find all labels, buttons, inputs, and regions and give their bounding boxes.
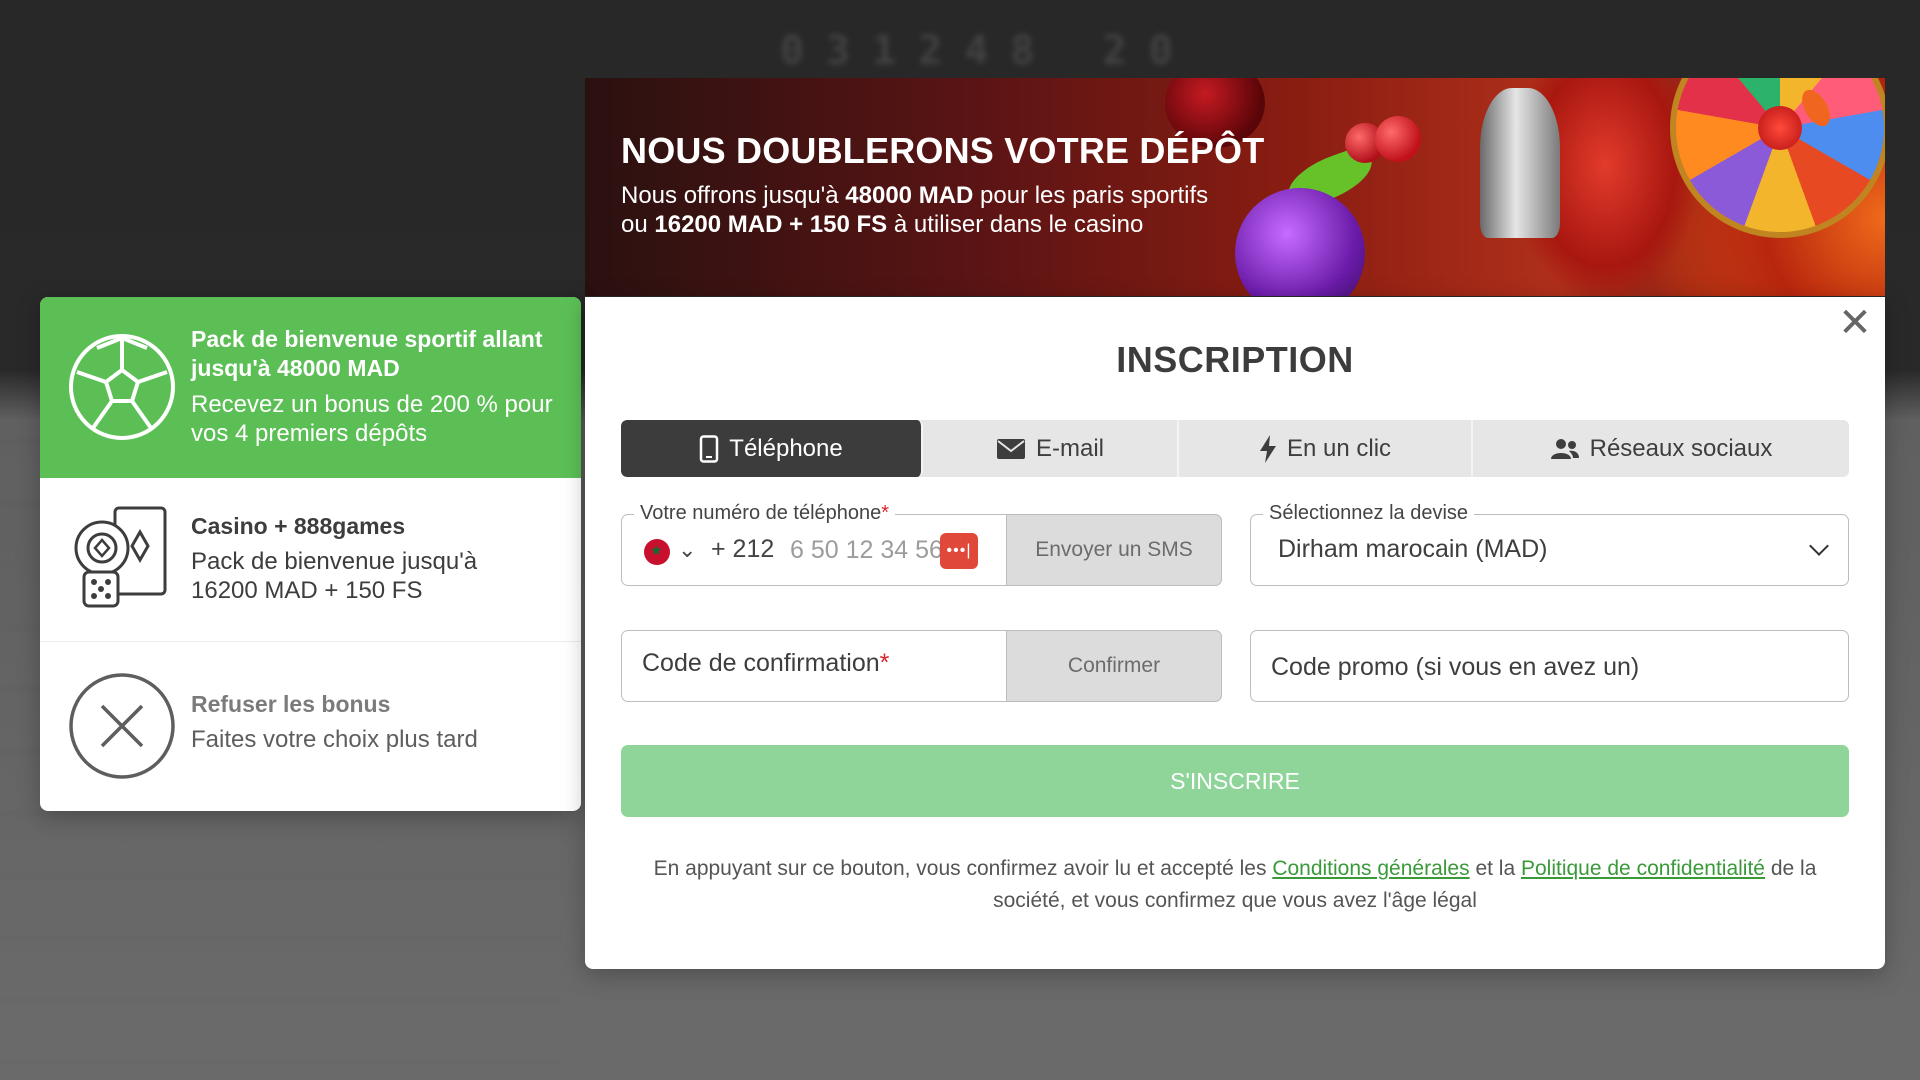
- jackpot-wheel-center: [1758, 106, 1802, 150]
- bonus-option-refuse[interactable]: Refuser les bonus Faites votre choix plu…: [40, 642, 581, 811]
- currency-select[interactable]: Sélectionnez la devise Dirham marocain (…: [1250, 502, 1849, 586]
- close-icon[interactable]: ✕: [1837, 303, 1873, 343]
- bonus-text: Refuser les bonus Faites votre choix plu…: [191, 690, 551, 754]
- modal-title: INSCRIPTION: [1116, 339, 1354, 380]
- tab-phone[interactable]: Téléphone: [621, 420, 923, 477]
- currency-select-label: Sélectionnez la devise: [1263, 502, 1475, 525]
- chevron-down-icon: [1809, 536, 1829, 556]
- jackpot-wheel-illustration: [1670, 78, 1885, 238]
- bonus-title: Pack de bienvenue sportif allant jusqu'à…: [191, 326, 543, 381]
- soccer-ball-icon: [69, 334, 175, 440]
- registration-tabs: Téléphone E-mail En un clic Réseaux soci…: [621, 420, 1849, 477]
- privacy-policy-link[interactable]: Politique de confidentialité: [1521, 857, 1765, 880]
- banner-subtitle: Nous offrons jusqu'à 48000 MAD pour les …: [621, 181, 1341, 239]
- required-mark: *: [881, 502, 890, 524]
- bonus-selection-panel: Pack de bienvenue sportif allant jusqu'à…: [40, 297, 581, 811]
- lightning-icon: [1259, 434, 1276, 463]
- bonus-description: Faites votre choix plus tard: [191, 726, 478, 753]
- legal-notice: En appuyant sur ce bouton, vous confirme…: [625, 853, 1845, 917]
- confirmation-code-input[interactable]: Code de confirmation*: [642, 649, 1002, 685]
- bonus-option-casino[interactable]: Casino + 888games Pack de bienvenue jusq…: [40, 478, 581, 642]
- autofill-icon[interactable]: •••|: [940, 533, 978, 569]
- tab-one-click[interactable]: En un clic: [1179, 420, 1473, 477]
- confirmation-code-placeholder: Code de confirmation: [642, 649, 880, 677]
- promo-banner: NOUS DOUBLERONS VOTRE DÉPÔT Nous offrons…: [585, 78, 1885, 296]
- confirm-button[interactable]: Confirmer: [1006, 630, 1222, 702]
- tab-email[interactable]: E-mail: [923, 420, 1179, 477]
- close-circle-icon: [69, 673, 175, 779]
- tab-social[interactable]: Réseaux sociaux: [1473, 420, 1849, 477]
- banner-amount-sports: 48000 MAD: [845, 182, 974, 209]
- morocco-flag-icon[interactable]: [644, 539, 670, 565]
- legal-text: En appuyant sur ce bouton, vous confirme…: [653, 857, 1273, 880]
- send-sms-button[interactable]: Envoyer un SMS: [1006, 514, 1222, 586]
- banner-text: Nous offrons jusqu'à: [621, 182, 846, 209]
- currency-value: Dirham marocain (MAD): [1278, 535, 1548, 563]
- casino-chips-cards-icon: [74, 506, 167, 608]
- promo-code-input[interactable]: [1271, 649, 1821, 685]
- banner-title: NOUS DOUBLERONS VOTRE DÉPÔT: [621, 130, 1265, 171]
- bonus-title: Refuser les bonus: [191, 691, 391, 717]
- registration-modal: ✕ INSCRIPTION Téléphone E-mail En un cli…: [585, 297, 1885, 969]
- register-button[interactable]: S'INSCRIRE: [621, 745, 1849, 817]
- banner-text: ou: [621, 211, 655, 238]
- envelope-icon: [996, 438, 1025, 459]
- terms-link[interactable]: Conditions générales: [1272, 857, 1469, 880]
- required-mark: *: [879, 649, 890, 677]
- cherry-decoration: [1375, 116, 1421, 162]
- bonus-option-sports[interactable]: Pack de bienvenue sportif allant jusqu'à…: [40, 297, 581, 478]
- field-label-text: Votre numéro de téléphone: [640, 502, 882, 524]
- chevron-down-icon[interactable]: ⌄: [678, 537, 696, 563]
- banner-text: à utiliser dans le casino: [887, 211, 1144, 238]
- tab-label: E-mail: [1035, 434, 1104, 462]
- legal-text: et la: [1469, 857, 1521, 880]
- tab-label: Téléphone: [729, 434, 843, 462]
- bonus-text: Casino + 888games Pack de bienvenue jusq…: [191, 512, 531, 605]
- dial-code: + 212: [711, 535, 775, 563]
- phone-icon: [700, 434, 719, 463]
- banner-amount-casino: 16200 MAD + 150 FS: [654, 211, 888, 238]
- bonus-text: Pack de bienvenue sportif allant jusqu'à…: [191, 325, 561, 448]
- promo-code-field: [1250, 630, 1849, 702]
- trophy-illustration: [1480, 88, 1560, 238]
- tab-label: En un clic: [1286, 434, 1392, 462]
- tab-label: Réseaux sociaux: [1589, 434, 1773, 462]
- bonus-description: Pack de bienvenue jusqu'à 16200 MAD + 15…: [191, 548, 478, 604]
- confirmation-code-field: Code de confirmation* Confirmer: [621, 630, 1222, 702]
- banner-text: pour les paris sportifs: [973, 182, 1209, 209]
- phone-field: Votre numéro de téléphone* ⌄ + 212 •••| …: [621, 502, 1222, 586]
- bonus-description: Recevez un bonus de 200 % pour vos 4 pre…: [191, 391, 553, 447]
- phone-field-label: Votre numéro de téléphone*: [634, 502, 896, 525]
- bonus-title: Casino + 888games: [191, 513, 406, 539]
- users-icon: [1550, 438, 1579, 459]
